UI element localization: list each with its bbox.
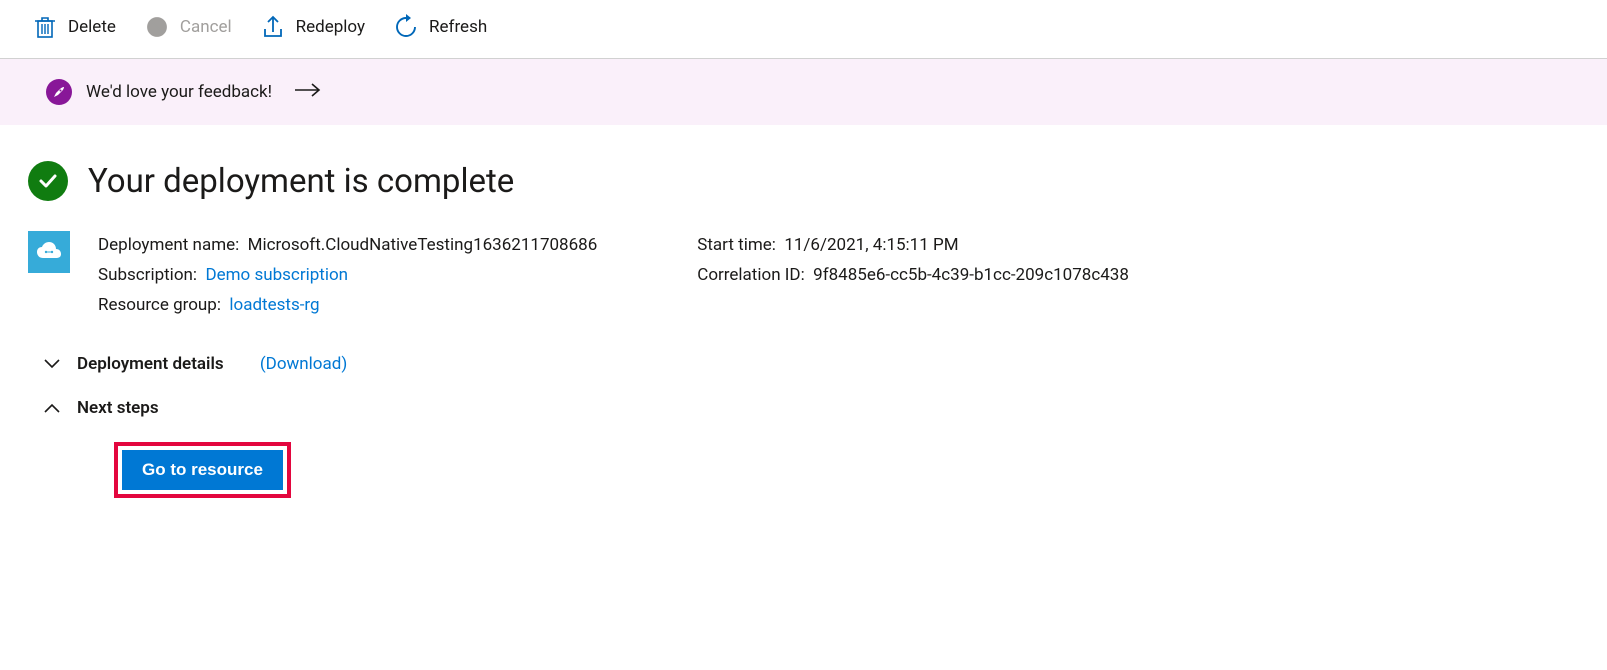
page-title: Your deployment is complete — [88, 162, 514, 201]
deployment-details-expander[interactable]: Deployment details (Download) — [28, 354, 1579, 374]
refresh-icon — [393, 14, 419, 40]
subscription-link[interactable]: Demo subscription — [205, 265, 348, 285]
resource-group-label: Resource group: — [98, 295, 221, 315]
delete-button[interactable]: Delete — [32, 14, 116, 40]
title-row: Your deployment is complete — [28, 161, 1579, 201]
next-steps-label: Next steps — [77, 398, 159, 418]
redeploy-button[interactable]: Redeploy — [260, 14, 365, 40]
details-section: Deployment name: Microsoft.CloudNativeTe… — [28, 231, 1579, 320]
chevron-up-icon — [43, 403, 61, 413]
trash-icon — [32, 14, 58, 40]
success-check-icon — [28, 161, 68, 201]
details-left-col: Deployment name: Microsoft.CloudNativeTe… — [98, 231, 597, 320]
refresh-button[interactable]: Refresh — [393, 14, 487, 40]
redeploy-icon — [260, 14, 286, 40]
resource-type-icon — [28, 231, 70, 273]
cancel-label: Cancel — [180, 17, 232, 37]
start-time-label: Start time: — [697, 235, 776, 255]
chevron-down-icon — [43, 359, 61, 369]
redeploy-label: Redeploy — [296, 17, 365, 37]
correlation-id-value: 9f8485e6-cc5b-4c39-b1cc-209c1078c438 — [813, 265, 1129, 285]
rocket-icon — [46, 79, 72, 105]
feedback-text: We'd love your feedback! — [86, 82, 272, 102]
start-time-value: 11/6/2021, 4:15:11 PM — [784, 235, 958, 255]
refresh-label: Refresh — [429, 17, 487, 37]
go-to-resource-highlight: Go to resource — [114, 442, 291, 498]
subscription-label: Subscription: — [98, 265, 197, 285]
cancel-icon — [144, 14, 170, 40]
content-area: Your deployment is complete Deployment n… — [0, 125, 1607, 534]
next-steps-expander[interactable]: Next steps — [28, 398, 1579, 418]
go-to-resource-button[interactable]: Go to resource — [122, 450, 283, 490]
delete-label: Delete — [68, 17, 116, 37]
deployment-details-label: Deployment details — [77, 354, 224, 374]
details-columns: Deployment name: Microsoft.CloudNativeTe… — [98, 231, 1579, 320]
download-link[interactable]: (Download) — [260, 354, 347, 374]
toolbar: Delete Cancel Redeploy Refresh — [0, 0, 1607, 59]
resource-group-link[interactable]: loadtests-rg — [229, 295, 319, 315]
cancel-button: Cancel — [144, 14, 232, 40]
correlation-id-label: Correlation ID: — [697, 265, 804, 285]
arrow-right-icon — [294, 82, 322, 102]
feedback-banner[interactable]: We'd love your feedback! — [0, 59, 1607, 125]
deployment-name-label: Deployment name: — [98, 235, 239, 255]
details-right-col: Start time: 11/6/2021, 4:15:11 PM Correl… — [697, 231, 1129, 320]
deployment-name-value: Microsoft.CloudNativeTesting163621170868… — [248, 235, 598, 255]
